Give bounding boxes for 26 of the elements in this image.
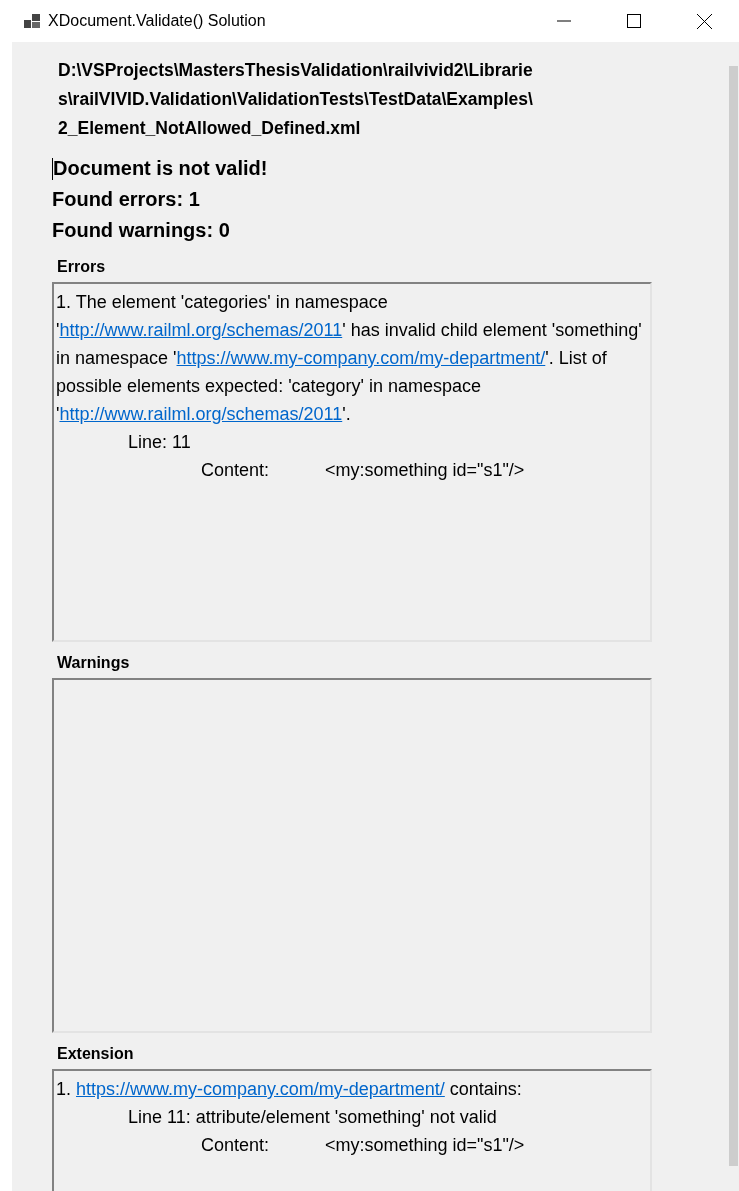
extension-textbox[interactable]: 1. https://www.my-company.com/my-department/ contains: Line 11: attribute/element 'something' not valid Content: <my:something id="s1"/> bbox=[52, 1069, 652, 1191]
summary-text: Found errors: 1 bbox=[52, 187, 200, 212]
link[interactable]: http://www.railml.org/schemas/2011 bbox=[59, 404, 343, 424]
message-text: 1. https://www.my-company.com/my-department/ contains: bbox=[56, 1078, 523, 1101]
maximize-icon[interactable] bbox=[627, 14, 641, 28]
window-title: XDocument.Validate() Solution bbox=[48, 12, 267, 30]
link[interactable]: https://www.my-company.com/my-department/ bbox=[76, 1079, 445, 1099]
file-path: D:\VSProjects\MastersThesisValidation\railvivid2\Librarie s\railVIVID.Validation\ValidationTests\TestData\Examples\ 2_Element_NotAllowed_Defined.xml bbox=[58, 59, 534, 140]
content-label: Content: bbox=[201, 460, 270, 480]
link[interactable]: http://www.railml.org/schemas/2011 bbox=[59, 320, 343, 340]
app-icon bbox=[24, 14, 40, 28]
text-cursor bbox=[52, 157, 53, 180]
line-text: Line: 11 bbox=[128, 431, 191, 454]
warnings-label: Warnings bbox=[57, 654, 131, 672]
content-text: <my:something id="s1"/> bbox=[325, 1134, 525, 1157]
summary-text: Document is not valid! bbox=[53, 156, 268, 181]
summary-text: Found warnings: 0 bbox=[52, 218, 230, 243]
extension-label: Extension bbox=[57, 1045, 135, 1063]
line-text: Line 11: attribute/element 'something' not valid bbox=[128, 1106, 497, 1129]
scrollbar[interactable] bbox=[728, 42, 739, 1191]
message-text: 1. The element 'categories' in namespace 'http://www.railml.org/schemas/2011' has invalid child element 'something' in namespace 'https://www.my-company.com/my-department/'. List of possible elements expected: 'category' in namespace 'http://www.railml.org/schemas/2011'. bbox=[56, 291, 643, 426]
errors-textbox[interactable] bbox=[52, 282, 652, 642]
close-icon[interactable] bbox=[696, 13, 712, 29]
content-text: <my:something id="s1"/> bbox=[325, 459, 525, 482]
content-label: Content: bbox=[201, 1135, 270, 1155]
errors-label: Errors bbox=[57, 258, 107, 276]
